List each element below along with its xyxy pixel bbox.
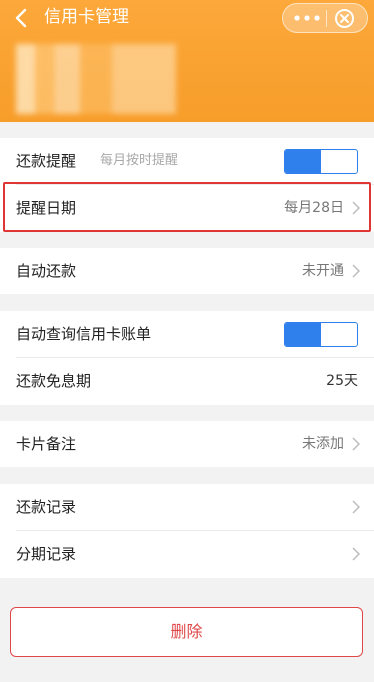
card-info-blurred: [16, 44, 176, 114]
header-bar: 信用卡管理: [0, 0, 374, 122]
repay-reminder-sublabel: 每月按时提醒: [100, 153, 179, 168]
delete-button[interactable]: 删除: [10, 607, 363, 657]
card-note-row[interactable]: 卡片备注 未添加: [0, 421, 374, 467]
reminder-date-row[interactable]: 提醒日期 每月28日: [0, 185, 374, 231]
installment-history-row[interactable]: 分期记录: [0, 531, 374, 577]
installment-history-label: 分期记录: [16, 545, 77, 563]
records-section: 还款记录 分期记录: [0, 484, 374, 578]
interest-free-row: 还款免息期 25天: [0, 358, 374, 404]
chevron-right-icon: [352, 500, 360, 514]
repay-reminder-row: 还款提醒 每月按时提醒: [0, 138, 374, 184]
reminder-date-value: 每月28日: [284, 200, 344, 216]
reminder-section: 还款提醒 每月按时提醒 提醒日期 每月28日: [0, 138, 374, 232]
more-dots-icon[interactable]: [292, 13, 322, 23]
auto-repay-value: 未开通: [302, 263, 344, 279]
chevron-right-icon: [352, 201, 360, 215]
auto-query-row: 自动查询信用卡账单: [0, 311, 374, 357]
capsule-divider: [326, 10, 327, 27]
auto-query-toggle[interactable]: [284, 322, 358, 347]
chevron-right-icon: [352, 547, 360, 561]
note-section: 卡片备注 未添加: [0, 421, 374, 467]
auto-repay-section: 自动还款 未开通: [0, 248, 374, 294]
repay-reminder-label: 还款提醒: [16, 152, 77, 170]
auto-repay-row[interactable]: 自动还款 未开通: [0, 248, 374, 294]
reminder-date-label: 提醒日期: [16, 199, 77, 217]
repay-reminder-toggle[interactable]: [284, 149, 358, 174]
auto-repay-label: 自动还款: [16, 262, 77, 280]
card-note-label: 卡片备注: [16, 435, 77, 453]
interest-free-value: 25天: [326, 373, 358, 389]
repay-history-label: 还款记录: [16, 498, 77, 516]
close-circle-icon[interactable]: [334, 8, 355, 29]
chevron-right-icon: [352, 437, 360, 451]
auto-query-label: 自动查询信用卡账单: [16, 325, 152, 343]
mini-program-capsule: [282, 3, 368, 33]
chevron-right-icon: [352, 264, 360, 278]
back-chevron-icon[interactable]: [12, 6, 32, 30]
interest-free-label: 还款免息期: [16, 372, 92, 390]
card-note-value: 未添加: [302, 436, 344, 452]
page-title: 信用卡管理: [44, 7, 129, 27]
repay-history-row[interactable]: 还款记录: [0, 484, 374, 530]
bill-section: 自动查询信用卡账单 还款免息期 25天: [0, 311, 374, 405]
